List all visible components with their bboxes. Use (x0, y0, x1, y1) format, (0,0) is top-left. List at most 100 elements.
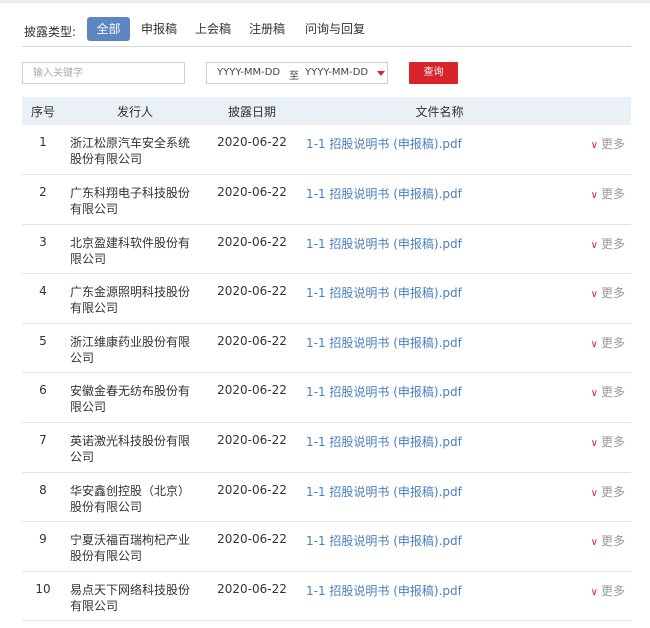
more-label: 更多 (600, 187, 625, 202)
chevron-down-icon: ∨ (590, 190, 598, 202)
table-row: 7 英诺激光科技股份有限公司 2020-06-22 1-1 招股说明书 (申报稿).p… (22, 423, 631, 473)
tab-registration[interactable]: 注册稿 (249, 17, 285, 41)
table-row: 8 华安鑫创控股（北京）股份有限公司 2020-06-22 1-1 招股说明书 (申报… (22, 472, 631, 522)
more-label: 更多 (600, 335, 625, 350)
issuer-name: 北京盈建科软件股份有限公司 (70, 235, 191, 266)
table-row: 6 安徽金春无纺布股份有限公司 2020-06-22 1-1 招股说明书 (申报稿).… (22, 373, 631, 423)
issuer-name: 易点天下网络科技股份有限公司 (70, 582, 191, 613)
table-header: 序号 发行人 披露日期 文件名称 (22, 97, 631, 125)
table-row: 4 广东金源照明科技股份有限公司 2020-06-22 1-1 招股说明书 (申报稿)… (22, 274, 631, 324)
table-row: 3 北京盈建科软件股份有限公司 2020-06-22 1-1 招股说明书 (申报稿).… (22, 224, 631, 274)
more-button[interactable]: ∨ 更多 (581, 274, 631, 324)
disclosure-date: 2020-06-22 (217, 383, 287, 398)
more-button[interactable]: ∨ 更多 (581, 373, 631, 423)
issuer-name: 英诺激光科技股份有限公司 (70, 434, 191, 465)
chevron-down-icon: ∨ (590, 487, 598, 499)
keyword-input[interactable] (22, 62, 185, 84)
file-link[interactable]: 1-1 招股说明书 (申报稿).pdf (298, 373, 581, 423)
issuer-name: 安徽金春无纺布股份有限公司 (70, 384, 191, 415)
row-number: 6 (39, 383, 47, 398)
date-start[interactable]: YYYY-MM-DD (217, 67, 280, 78)
header-issuer: 发行人 (116, 104, 153, 119)
more-label: 更多 (600, 385, 625, 400)
file-link[interactable]: 1-1 招股说明书 (申报稿).pdf (298, 423, 581, 473)
file-link[interactable]: 1-1 招股说明书 (申报稿).pdf (298, 571, 581, 621)
more-button[interactable]: ∨ 更多 (581, 175, 631, 225)
row-number: 9 (39, 532, 47, 547)
chevron-down-icon: ∨ (590, 338, 598, 350)
issuer-name: 广东科翔电子科技股份有限公司 (70, 186, 191, 217)
table-row: 10 易点天下网络科技股份有限公司 2020-06-22 1-1 招股说明书 (申报稿… (22, 571, 631, 621)
more-label: 更多 (600, 286, 625, 301)
date-separator: 至 (289, 71, 299, 82)
more-button[interactable]: ∨ 更多 (581, 125, 631, 175)
disclosure-table: 序号 发行人 披露日期 文件名称 1 浙江松原汽车安全系统股份有限公司 2020-0… (22, 97, 631, 621)
more-button[interactable]: ∨ 更多 (581, 423, 631, 473)
tab-meeting[interactable]: 上会稿 (195, 17, 231, 41)
more-label: 更多 (600, 137, 625, 151)
more-button[interactable]: ∨ 更多 (581, 571, 631, 621)
row-number: 7 (39, 433, 47, 448)
row-number: 1 (39, 135, 47, 149)
disclosure-type-filter: 披露类型: 全部 申报稿 上会稿 注册稿 问询与回复 (22, 17, 631, 47)
disclosure-date: 2020-06-22 (217, 284, 287, 299)
chevron-down-icon: ∨ (590, 140, 598, 151)
more-label: 更多 (600, 236, 625, 251)
top-border (0, 0, 650, 3)
disclosure-date: 2020-06-22 (217, 581, 287, 596)
header-more (581, 97, 631, 125)
filter-label: 披露类型: (24, 25, 77, 39)
table-row: 5 浙江维康药业股份有限公司 2020-06-22 1-1 招股说明书 (申报稿).p… (22, 323, 631, 373)
disclosure-date: 2020-06-22 (217, 532, 287, 547)
issuer-name: 浙江维康药业股份有限公司 (70, 334, 191, 365)
issuer-name: 广东金源照明科技股份有限公司 (70, 285, 191, 316)
tab-inquiry-reply[interactable]: 问询与回复 (305, 17, 365, 41)
file-link[interactable]: 1-1 招股说明书 (申报稿).pdf (298, 125, 581, 175)
chevron-down-icon: ∨ (590, 438, 598, 450)
more-label: 更多 (600, 484, 625, 499)
more-label: 更多 (600, 435, 625, 450)
tab-declaration[interactable]: 申报稿 (141, 17, 177, 41)
row-number: 10 (35, 581, 51, 596)
caret-down-icon[interactable] (377, 71, 385, 76)
date-range-picker[interactable]: YYYY-MM-DD 至 YYYY-MM-DD (206, 62, 388, 84)
file-link[interactable]: 1-1 招股说明书 (申报稿).pdf (298, 472, 581, 522)
more-button[interactable]: ∨ 更多 (581, 224, 631, 274)
chevron-down-icon: ∨ (590, 239, 598, 251)
more-button[interactable]: ∨ 更多 (581, 522, 631, 572)
date-end[interactable]: YYYY-MM-DD (305, 67, 368, 78)
chevron-down-icon: ∨ (590, 388, 598, 400)
row-number: 5 (39, 333, 47, 348)
disclosure-date: 2020-06-22 (217, 333, 287, 348)
more-button[interactable]: ∨ 更多 (581, 323, 631, 373)
disclosure-date: 2020-06-22 (217, 185, 287, 200)
table-row: 2 广东科翔电子科技股份有限公司 2020-06-22 1-1 招股说明书 (申报稿)… (22, 175, 631, 225)
chevron-down-icon: ∨ (590, 289, 598, 301)
tab-all[interactable]: 全部 (87, 17, 130, 41)
issuer-name: 浙江松原汽车安全系统股份有限公司 (70, 136, 191, 166)
header-date: 披露日期 (227, 104, 276, 119)
file-link[interactable]: 1-1 招股说明书 (申报稿).pdf (298, 175, 581, 225)
file-link[interactable]: 1-1 招股说明书 (申报稿).pdf (298, 224, 581, 274)
disclosure-date: 2020-06-22 (217, 482, 287, 497)
header-file: 文件名称 (415, 104, 464, 119)
table-row: 1 浙江松原汽车安全系统股份有限公司 2020-06-22 1-1 招股说明书 (申报… (22, 125, 631, 175)
file-link[interactable]: 1-1 招股说明书 (申报稿).pdf (298, 522, 581, 572)
issuer-name: 华安鑫创控股（北京）股份有限公司 (70, 483, 191, 514)
row-number: 2 (39, 185, 47, 200)
table-row: 9 宁夏沃福百瑞枸杞产业股份有限公司 2020-06-22 1-1 招股说明书 (申报… (22, 522, 631, 572)
disclosure-date: 2020-06-22 (217, 433, 287, 448)
more-label: 更多 (600, 583, 625, 598)
disclosure-date: 2020-06-22 (217, 234, 287, 249)
row-number: 3 (39, 234, 47, 249)
more-button[interactable]: ∨ 更多 (581, 472, 631, 522)
header-num: 序号 (30, 104, 55, 119)
query-button[interactable]: 查询 (409, 62, 458, 84)
file-link[interactable]: 1-1 招股说明书 (申报稿).pdf (298, 323, 581, 373)
more-label: 更多 (600, 534, 625, 549)
row-number: 4 (39, 284, 47, 299)
file-link[interactable]: 1-1 招股说明书 (申报稿).pdf (298, 274, 581, 324)
chevron-down-icon: ∨ (590, 537, 598, 549)
chevron-down-icon: ∨ (590, 586, 598, 598)
row-number: 8 (39, 482, 47, 497)
